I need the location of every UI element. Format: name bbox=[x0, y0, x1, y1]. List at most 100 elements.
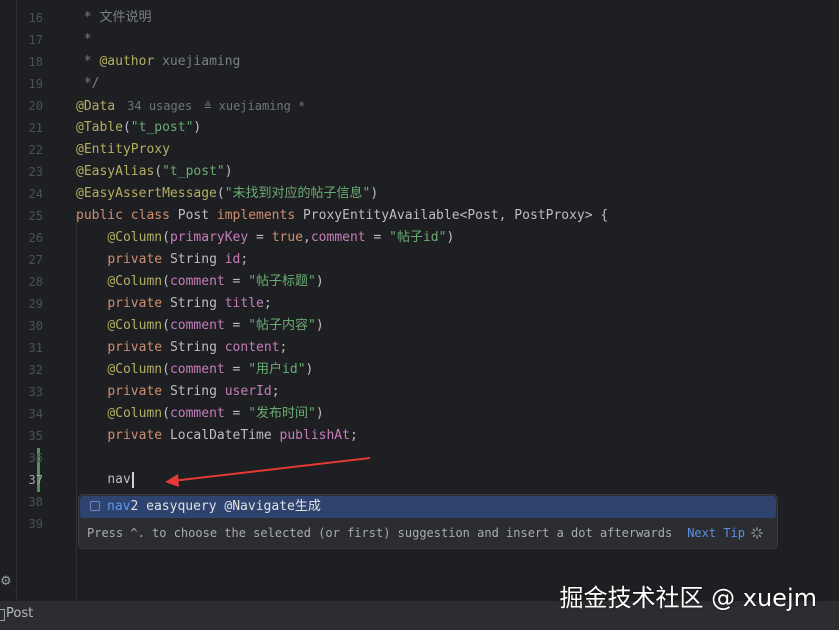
text-caret bbox=[131, 471, 134, 488]
type-name: String bbox=[169, 340, 225, 355]
string-literal: "t_post" bbox=[162, 164, 225, 179]
type-name: String bbox=[169, 252, 225, 267]
param-name: primaryKey bbox=[169, 230, 249, 245]
type-name: String bbox=[169, 384, 225, 399]
next-tip-link[interactable]: Next Tip bbox=[687, 524, 745, 542]
live-template-icon bbox=[90, 501, 100, 511]
annotation: @Column bbox=[107, 274, 163, 289]
code-line-23: @EasyAlias("t_post") bbox=[76, 164, 233, 179]
keyword: private bbox=[107, 384, 170, 399]
keyword: private bbox=[107, 428, 170, 443]
type-name: LocalDateTime bbox=[169, 428, 280, 443]
string-literal: "t_post" bbox=[130, 120, 194, 135]
typed-text: nav bbox=[107, 472, 131, 487]
code-line-19: */ bbox=[76, 73, 100, 95]
line-number: 20 bbox=[28, 99, 43, 113]
completion-match: nav bbox=[107, 499, 131, 514]
comment-text: * bbox=[76, 32, 92, 47]
annotation: @Table bbox=[76, 120, 123, 135]
code-line-34: @Column(comment = "发布时间") bbox=[107, 406, 324, 421]
param-name: comment bbox=[169, 406, 225, 421]
line-number: 30 bbox=[28, 319, 43, 333]
completion-text: 2 easyquery @Navigate生成 bbox=[130, 499, 321, 514]
code-line-28: @Column(comment = "帖子标题") bbox=[107, 274, 324, 289]
line-number: 19 bbox=[28, 77, 43, 91]
line-number: 28 bbox=[28, 275, 43, 289]
code-editor[interactable]: 16 17 18 19 20 21 22 23 24 25 26 27 28 2… bbox=[0, 0, 839, 600]
annotation: @Column bbox=[107, 318, 163, 333]
line-number-gutter: 16 17 18 19 20 21 22 23 24 25 26 27 28 2… bbox=[17, 0, 55, 600]
completion-popup[interactable]: nav2 easyquery @Navigate生成 Press ^. to c… bbox=[78, 494, 778, 549]
line-number: 23 bbox=[28, 165, 43, 179]
author-hint[interactable]: ≗ xuejiaming * bbox=[204, 99, 305, 113]
author-hint-text: xuejiaming * bbox=[218, 99, 306, 113]
annotation: @EasyAlias bbox=[76, 164, 155, 179]
code-line-18: * @author xuejiaming bbox=[76, 51, 241, 73]
completion-item[interactable]: nav2 easyquery @Navigate生成 bbox=[80, 496, 776, 518]
comment-text: */ bbox=[76, 76, 100, 91]
code-line-17: * bbox=[76, 29, 92, 51]
type-name: String bbox=[169, 296, 225, 311]
line-number: 39 bbox=[28, 517, 43, 531]
field-name: content bbox=[224, 340, 280, 355]
loading-spinner-icon bbox=[751, 527, 763, 539]
line-number: 25 bbox=[28, 209, 43, 223]
line-number-active: 37 bbox=[28, 473, 43, 487]
comment-text: xuejiaming bbox=[154, 54, 241, 69]
code-line-37[interactable]: nav bbox=[76, 469, 134, 491]
class-name: Post bbox=[177, 208, 217, 223]
keyword: implements bbox=[216, 208, 303, 223]
line-number: 36 bbox=[28, 451, 43, 465]
line-number: 38 bbox=[28, 495, 43, 509]
param-name: comment bbox=[169, 362, 225, 377]
code-line-35: private LocalDateTime publishAt; bbox=[107, 428, 358, 443]
string-literal: "用户id" bbox=[248, 362, 306, 377]
code-line-26: @Column(primaryKey = true,comment = "帖子i… bbox=[107, 230, 455, 245]
line-number: 22 bbox=[28, 143, 43, 157]
annotation: @Column bbox=[107, 230, 163, 245]
comment-text: * bbox=[76, 10, 100, 25]
param-name: comment bbox=[169, 318, 225, 333]
string-literal: "发布时间" bbox=[248, 406, 316, 421]
line-number: 17 bbox=[28, 33, 43, 47]
field-name: id bbox=[224, 252, 241, 267]
keyword: public class bbox=[76, 208, 178, 223]
string-literal: "帖子标题" bbox=[248, 274, 316, 289]
field-name: userId bbox=[224, 384, 272, 399]
annotation: @Data bbox=[76, 99, 116, 114]
comment-text: 文件说明 bbox=[99, 10, 152, 25]
code-line-22: @EntityProxy bbox=[76, 139, 170, 161]
breadcrumb-class[interactable]: Post bbox=[6, 606, 33, 621]
field-name: title bbox=[224, 296, 264, 311]
line-number: 27 bbox=[28, 253, 43, 267]
annotation: @EasyAssertMessage bbox=[76, 186, 217, 201]
code-line-25: public class Post implements ProxyEntity… bbox=[76, 205, 608, 227]
string-literal: "帖子id" bbox=[389, 230, 447, 245]
line-number: 16 bbox=[28, 11, 43, 25]
line-number: 24 bbox=[28, 187, 43, 201]
interface-type: ProxyEntityAvailable<Post, PostProxy> { bbox=[302, 208, 609, 223]
keyword: true bbox=[271, 230, 304, 245]
annotation: @Column bbox=[107, 406, 163, 421]
code-line-20: @Data 34 usages ≗ xuejiaming * bbox=[76, 95, 305, 117]
line-number: 21 bbox=[28, 121, 43, 135]
settings-gear-icon[interactable]: ⚙ bbox=[0, 574, 12, 589]
annotation: @EntityProxy bbox=[76, 142, 170, 157]
code-line-27: private String id; bbox=[107, 252, 249, 267]
line-number: 33 bbox=[28, 385, 43, 399]
watermark: 掘金技术社区 @ xuejm bbox=[559, 584, 817, 612]
string-literal: "帖子内容" bbox=[248, 318, 316, 333]
line-number: 31 bbox=[28, 341, 43, 355]
line-number: 18 bbox=[28, 55, 43, 69]
code-line-32: @Column(comment = "用户id") bbox=[107, 362, 314, 377]
structure-icon bbox=[0, 609, 5, 621]
line-number: 34 bbox=[28, 407, 43, 421]
string-literal: "未找到对应的帖子信息" bbox=[224, 186, 371, 201]
param-name: comment bbox=[310, 230, 366, 245]
completion-tip: Press ^. to choose the selected (or firs… bbox=[87, 526, 673, 540]
usages-hint[interactable]: 34 usages bbox=[127, 99, 192, 113]
line-number: 29 bbox=[28, 297, 43, 311]
keyword: private bbox=[107, 340, 170, 355]
keyword: private bbox=[107, 252, 170, 267]
field-name: publishAt bbox=[279, 428, 350, 443]
